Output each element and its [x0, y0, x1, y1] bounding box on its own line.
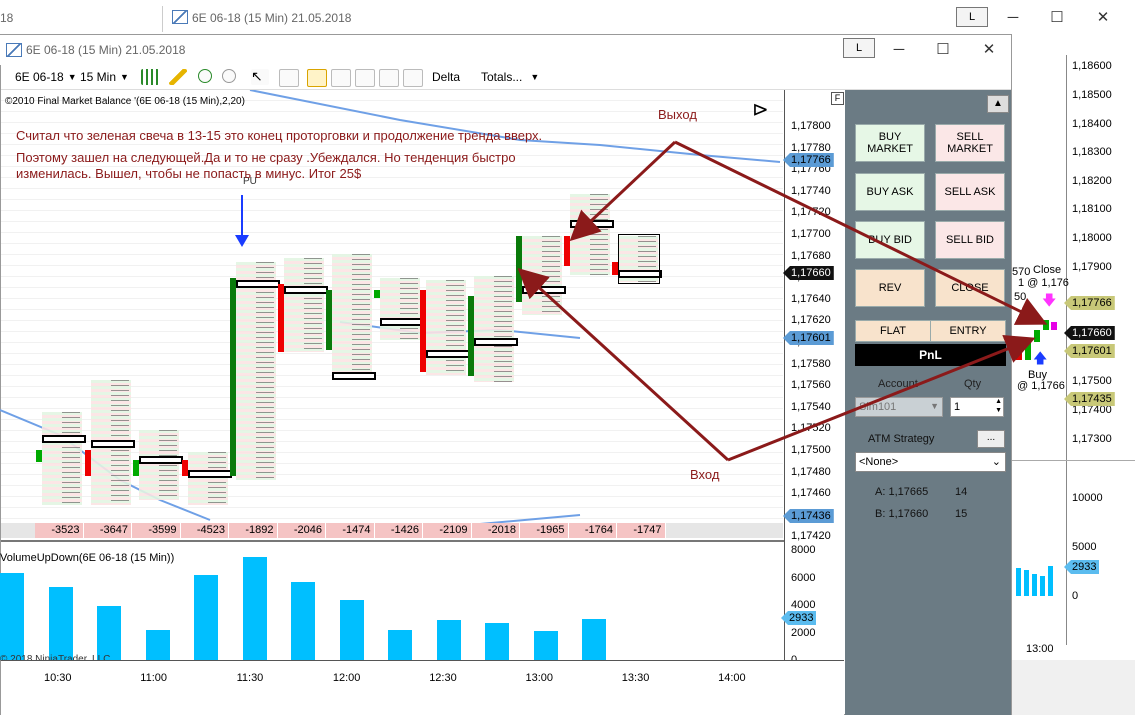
exit-arrow-to-chart — [569, 140, 677, 242]
annotation-arrows — [517, 140, 1048, 462]
entry-arrow-to-back — [727, 334, 1036, 462]
entry-arrow-to-chart — [517, 267, 730, 462]
exit-arrow-to-back — [674, 140, 1048, 325]
